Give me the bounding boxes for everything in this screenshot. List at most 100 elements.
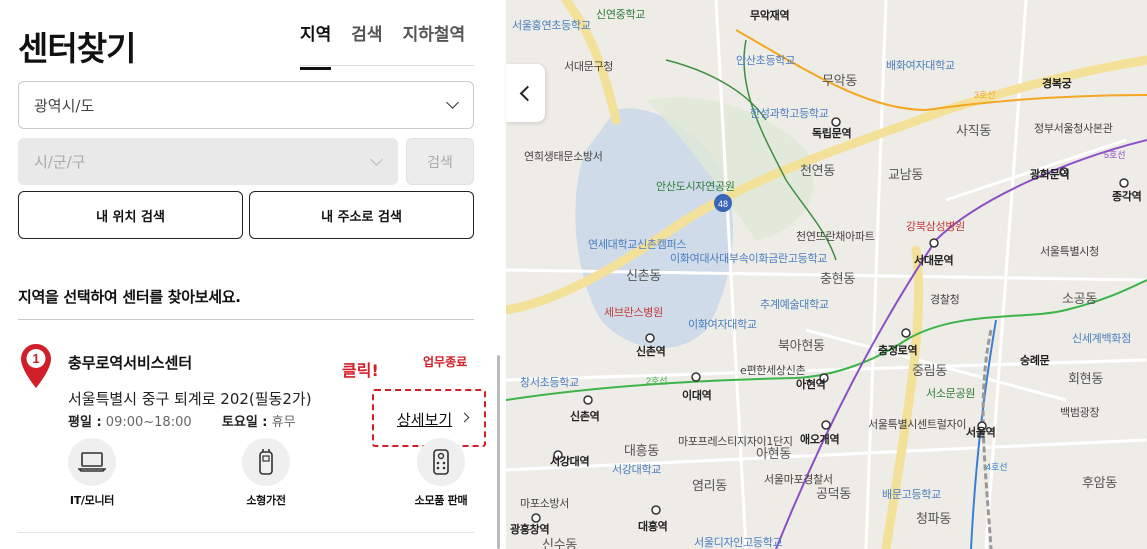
chevron-down-icon: [370, 152, 383, 166]
chevron-down-icon: [446, 96, 459, 109]
map-label: 서울특별시센트럴자이: [868, 418, 967, 431]
map-label: 청파동: [916, 512, 951, 527]
province-select-label: 광역시/도: [34, 96, 95, 115]
map-label: 창서초등학교: [520, 376, 579, 389]
detail-link[interactable]: 상세보기: [397, 409, 452, 430]
map-label: 교남동: [888, 168, 923, 183]
route-48-label: 48: [718, 199, 728, 209]
line4-label: 4호선: [986, 462, 1008, 472]
map-label: 소공동: [1062, 292, 1097, 307]
map-label: 사직동: [956, 124, 991, 139]
city-select-label: 시/군/구: [34, 153, 86, 171]
map-label: 경찰청: [930, 293, 960, 306]
province-select[interactable]: 광역시/도: [18, 81, 474, 129]
map-label: 서대문구청: [564, 60, 614, 73]
map-label: 서울특별시청: [1040, 245, 1099, 258]
map-label: 안산도시자연공원: [656, 180, 735, 193]
map-label: 숭례문: [1020, 354, 1050, 367]
map-label: 무악동: [822, 74, 857, 89]
laptop-icon: [68, 438, 116, 486]
map-label: 충현동: [820, 272, 855, 287]
tab-region[interactable]: 지역: [300, 20, 332, 70]
map-label: 천연동: [800, 164, 835, 179]
status-badge: 업무종료: [423, 355, 468, 369]
map-label: 중림동: [912, 364, 947, 379]
weekday-hours: 09:00~18:00: [105, 415, 192, 430]
center-hours: 평일 : 09:00~18:00 토요일 : 휴무: [68, 411, 296, 430]
tab-search[interactable]: 검색: [351, 20, 382, 70]
divider: [18, 532, 474, 533]
tab-divider: [300, 65, 474, 66]
map-label: 무악재역: [750, 9, 790, 22]
map-label: 이화여자대학교: [688, 318, 757, 331]
click-annotation: 클릭!: [342, 361, 379, 380]
map-label: 한성과학고등학교: [750, 107, 829, 120]
consumables-icon: [417, 438, 465, 486]
saturday-hours: 휴무: [271, 415, 296, 430]
map-label: 세브란스병원: [604, 306, 663, 319]
service-label: 소모품 판매: [414, 494, 468, 507]
map-label: 마포소방서: [520, 497, 570, 510]
map-label: 천연뜨란채아파트: [796, 230, 875, 243]
map-label: 아현동: [756, 447, 791, 462]
service-it-monitor: IT/모니터: [47, 438, 137, 508]
map-label: 후암동: [1082, 476, 1117, 491]
service-label: 소형가전: [246, 494, 286, 507]
map-label: 신촌역: [636, 345, 666, 358]
line3-label: 3호선: [974, 90, 996, 100]
map-label: 강북삼성병원: [906, 220, 965, 233]
center-name[interactable]: 충무로역서비스센터: [68, 352, 192, 373]
map-label: 서울디자인고등학교: [694, 536, 783, 549]
map-label: 신수동: [542, 538, 577, 549]
service-small-appliance: 소형가전: [221, 438, 311, 508]
saturday-label: 토요일 :: [221, 415, 268, 430]
small-appliance-icon: [242, 438, 290, 486]
map-label: 대흥동: [624, 444, 659, 459]
map-label: 배문고등학교: [882, 488, 941, 501]
map-label: 종각역: [1112, 190, 1142, 203]
map-label: 애오개역: [800, 433, 840, 446]
result-index: 1: [32, 351, 39, 366]
region-hint-text: 지역을 선택하여 센터를 찾아보세요.: [18, 288, 241, 306]
city-select[interactable]: 시/군/구: [18, 138, 398, 185]
my-location-button[interactable]: 내 위치 검색: [18, 191, 243, 239]
map-label: 신연중학교: [596, 8, 646, 21]
map-label: 이화여대사대부속이화금란고등학교: [670, 252, 828, 265]
my-address-button[interactable]: 내 주소로 검색: [249, 191, 474, 239]
center-address: 서울특별시 중구 퇴계로 202(필동2가): [68, 390, 312, 408]
map-label: 광화문역: [1030, 168, 1070, 181]
map-label: 공덕동: [816, 487, 851, 502]
scrollbar[interactable]: [497, 355, 500, 549]
map-label: 서소문공원: [926, 387, 976, 400]
map-pin-icon: 1: [21, 344, 51, 388]
map-label: 배화여자대학교: [886, 59, 955, 72]
map-view[interactable]: 48 3호선 2호선 5호선 4호선 서울홍연초등학교 신연중학교 무악재역 안…: [506, 0, 1147, 549]
service-label: IT/모니터: [69, 494, 115, 507]
map-label: 서울홍연초등학교: [512, 19, 591, 32]
divider: [18, 319, 474, 320]
line2-label: 2호선: [646, 376, 668, 386]
map-label: 신촌역: [570, 410, 600, 423]
map-label: 안산초등학교: [736, 54, 795, 67]
tab-bar: 지역 검색 지하철역: [300, 20, 465, 70]
search-button[interactable]: 검색: [406, 138, 474, 185]
map-label: 이대역: [682, 389, 712, 402]
weekday-label: 평일 :: [68, 415, 102, 430]
map-label: 대흥역: [638, 520, 668, 533]
map-label: 회현동: [1068, 372, 1103, 387]
map-label: 서강대역: [550, 455, 590, 468]
map-label: 아현역: [796, 378, 826, 391]
tab-subway[interactable]: 지하철역: [403, 20, 466, 70]
map-label: 서대문역: [914, 254, 954, 267]
map-label: 서울역: [966, 426, 996, 439]
map-label: 정부서울청사본관: [1034, 122, 1113, 135]
chevron-left-icon: [519, 85, 536, 101]
center-finder-panel: 센터찾기 지역 검색 지하철역 광역시/도 시/군/구 검색 내 위치 검색 내…: [0, 0, 506, 549]
map-label: 경복궁: [1042, 77, 1072, 90]
map-label: 독립문역: [812, 127, 852, 140]
map-label: 염리동: [692, 479, 727, 494]
map-label: 신세계백화점: [1072, 332, 1131, 345]
collapse-panel-button[interactable]: [506, 64, 545, 122]
service-consumables: 소모품 판매: [396, 438, 486, 508]
page-title: 센터찾기: [18, 29, 136, 68]
